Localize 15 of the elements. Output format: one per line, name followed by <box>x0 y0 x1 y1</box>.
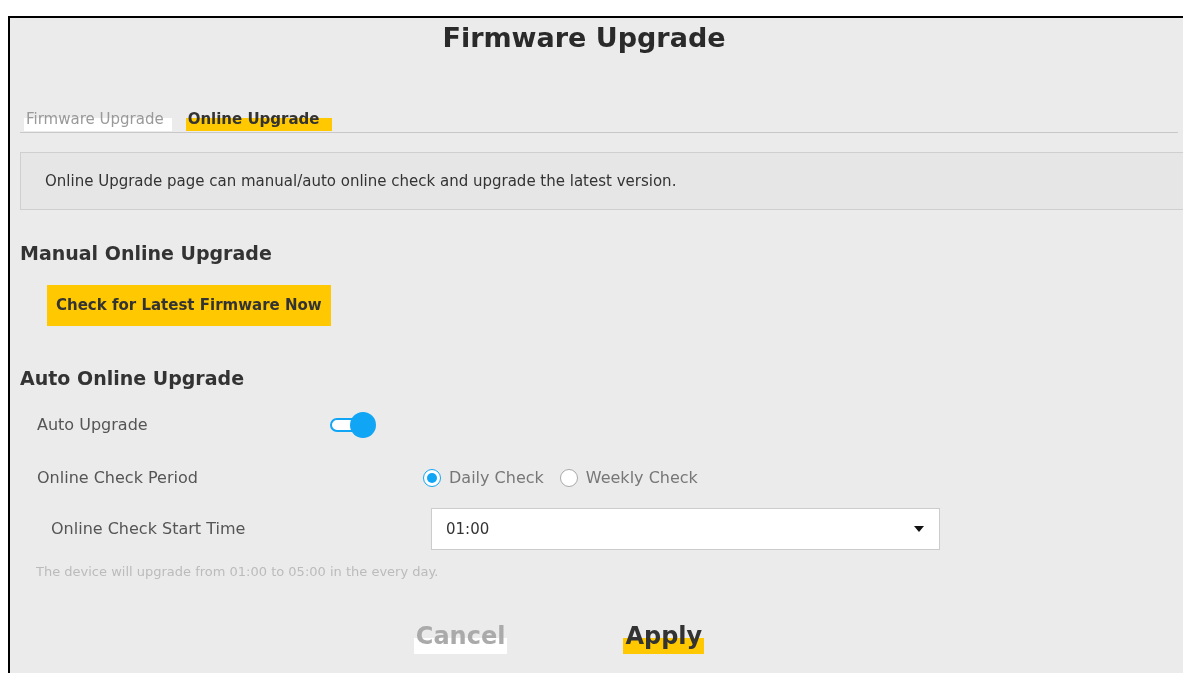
auto-upgrade-toggle[interactable] <box>330 412 376 438</box>
auto-upgrade-label: Auto Upgrade <box>36 414 149 436</box>
radio-label: Weekly Check <box>585 467 698 489</box>
check-period-label: Online Check Period <box>36 467 199 489</box>
section-heading: Manual Online Upgrade <box>20 241 273 266</box>
section-heading: Auto Online Upgrade <box>20 365 246 391</box>
check-firmware-button[interactable]: Check for Latest Firmware Now <box>47 284 331 326</box>
caret-icon <box>913 525 925 533</box>
radio-label: Daily Check <box>449 467 544 489</box>
radio-button[interactable] <box>423 469 441 487</box>
description-box: Online Upgrade page can manual/auto online check and upgrade the latest version. <box>20 151 1183 210</box>
page-title: Firmware Upgrade <box>442 21 726 55</box>
radio-button[interactable] <box>559 469 578 487</box>
start-time-dropdown[interactable]: 01:00 <box>431 508 940 550</box>
start-time-label: Online Check Start Time <box>50 518 247 540</box>
